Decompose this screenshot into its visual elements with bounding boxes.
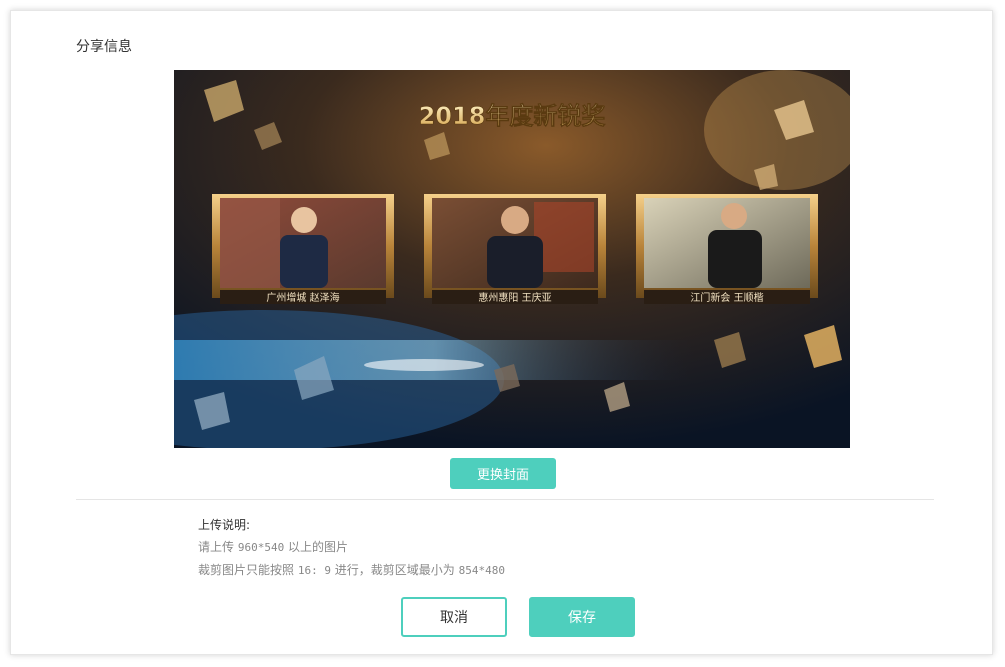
change-cover-button[interactable]: 更换封面 — [450, 458, 556, 489]
upload-notes: 上传说明: 请上传 960*540 以上的图片 裁剪图片只能按照 16: 9 进… — [198, 516, 505, 580]
dialog-title: 分享信息 — [76, 39, 132, 55]
upload-note-size-suffix: 以上的图片 — [284, 540, 349, 554]
upload-note-crop-ratio: 16: 9 — [297, 564, 331, 577]
upload-note-crop-middle: 进行，裁剪区域最小为 — [330, 563, 459, 577]
page: 分享信息 2018年度新锐奖 广州增城 赵泽海 惠州惠阳 王庆亚 江门新会 王顺… — [0, 0, 1005, 667]
upload-notes-title: 上传说明: — [198, 518, 251, 532]
upload-note-crop-prefix: 裁剪图片只能按照 — [198, 563, 298, 577]
cover-headline: 2018年度新锐奖 — [419, 102, 607, 130]
upload-note-size: 请上传 960*540 以上的图片 — [198, 538, 505, 557]
save-button[interactable]: 保存 — [529, 597, 635, 637]
upload-note-crop: 裁剪图片只能按照 16: 9 进行，裁剪区域最小为 854*480 — [198, 561, 505, 580]
cover-portrait-1: 广州增城 赵泽海 — [212, 194, 394, 304]
share-info-dialog: 分享信息 2018年度新锐奖 广州增城 赵泽海 惠州惠阳 王庆亚 江门新会 王顺… — [10, 10, 993, 655]
upload-note-crop-min: 854*480 — [458, 564, 505, 577]
cover-portrait-2-caption: 惠州惠阳 王庆亚 — [478, 291, 551, 304]
upload-note-size-value: 960*540 — [237, 541, 285, 554]
cover-portrait-3-caption: 江门新会 王顺楷 — [690, 291, 763, 304]
upload-note-size-prefix: 请上传 — [198, 540, 238, 554]
cover-portrait-1-caption: 广州增城 赵泽海 — [266, 291, 339, 304]
cover-image: 2018年度新锐奖 广州增城 赵泽海 惠州惠阳 王庆亚 江门新会 王顺楷 — [174, 70, 850, 448]
cover-artwork: 2018年度新锐奖 广州增城 赵泽海 惠州惠阳 王庆亚 江门新会 王顺楷 — [174, 70, 850, 448]
cover-portrait-3: 江门新会 王顺楷 — [636, 194, 818, 304]
divider — [76, 499, 934, 500]
cover-portrait-2: 惠州惠阳 王庆亚 — [424, 194, 606, 304]
cancel-button[interactable]: 取消 — [401, 597, 507, 637]
